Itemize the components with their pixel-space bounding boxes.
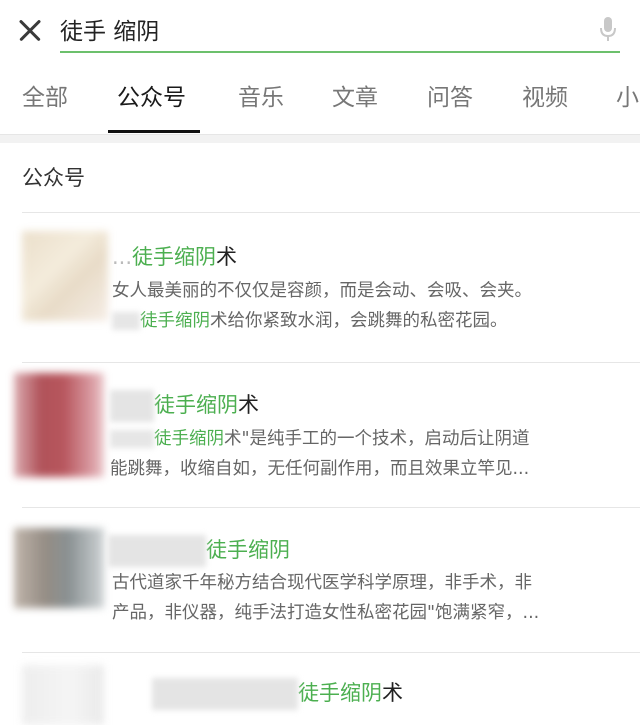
account-description: 徒手缩阴术"是纯手工的一个技术，启动后让阴道 能跳舞，收缩自如，无任何副作用，而…: [110, 429, 530, 479]
tab-qa[interactable]: 问答: [427, 78, 473, 112]
avatar: [22, 665, 104, 725]
avatar: [22, 231, 108, 321]
result-item[interactable]: 徒手缩阴术 徒手缩阴术"是纯手工的一个技术，启动后让阴道 能跳舞，收缩自如，无任…: [0, 363, 640, 508]
avatar: [14, 528, 104, 608]
result-item[interactable]: 徒手缩阴 古代道家千年秘方结合现代医学科学原理，非手术，非 产品，非仪器，纯手法…: [0, 508, 640, 653]
category-tabs: 全部 公众号 音乐 文章 问答 视频 小: [0, 64, 640, 135]
tab-videos[interactable]: 视频: [522, 78, 568, 112]
avatar: [14, 373, 104, 477]
active-tab-indicator: [108, 130, 200, 133]
tab-more[interactable]: 小: [616, 78, 639, 112]
tab-all[interactable]: 全部: [22, 78, 68, 112]
section-divider: [0, 135, 640, 143]
microphone-icon[interactable]: [598, 16, 618, 42]
account-name: 徒手缩阴术: [110, 389, 259, 422]
search-bar: [0, 0, 640, 64]
tab-music[interactable]: 音乐: [238, 78, 284, 112]
close-icon[interactable]: [14, 14, 46, 46]
account-description: 古代道家千年秘方结合现代医学科学原理，非手术，非 产品，非仪器，纯手法打造女性私…: [112, 573, 540, 623]
tab-official-accounts[interactable]: 公众号: [117, 78, 186, 112]
account-name: 徒手缩阴术: [152, 677, 403, 710]
account-name: 徒手缩阴: [108, 534, 290, 567]
search-input[interactable]: [60, 10, 580, 48]
tab-articles[interactable]: 文章: [332, 78, 378, 112]
account-description: 女人最美丽的不仅仅是容颜，而是会动、会吸、会夹。 徒手缩阴术给你紧致水润，会跳舞…: [112, 281, 532, 331]
section-title: 公众号: [22, 166, 85, 190]
search-underline: [60, 51, 620, 53]
result-item[interactable]: 徒手缩阴术: [0, 653, 640, 725]
account-name: ...徒手缩阴术: [112, 245, 238, 269]
result-item[interactable]: ...徒手缩阴术 女人最美丽的不仅仅是容颜，而是会动、会吸、会夹。 徒手缩阴术给…: [0, 213, 640, 363]
